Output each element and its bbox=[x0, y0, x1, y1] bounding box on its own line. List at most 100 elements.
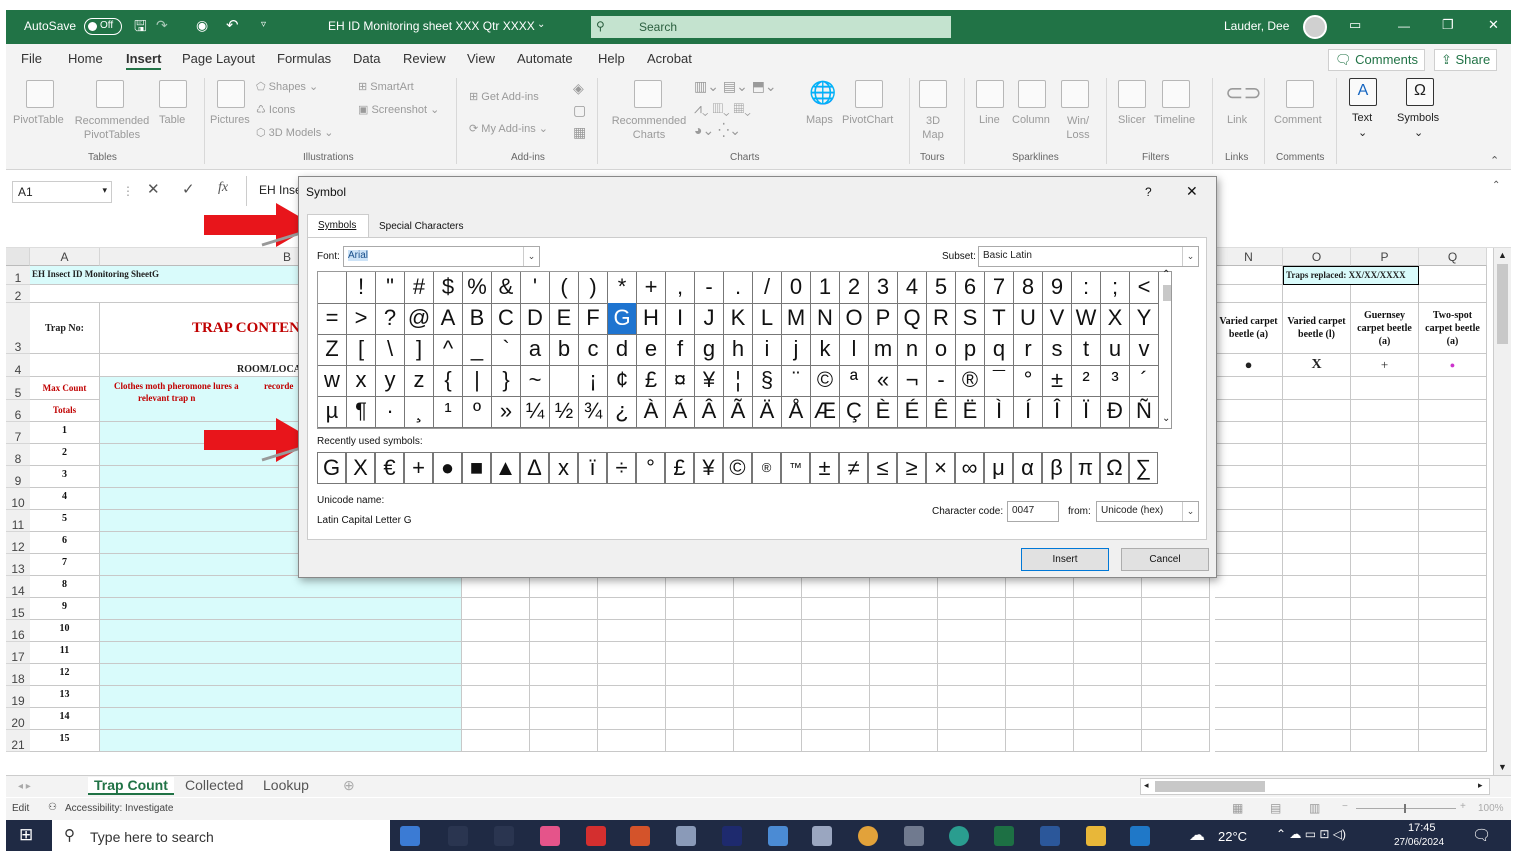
symbol-cell[interactable]: ¨ bbox=[782, 365, 811, 397]
vertical-scrollbar[interactable]: ▲ ▼ bbox=[1493, 248, 1511, 775]
cell[interactable] bbox=[1419, 598, 1487, 620]
cell[interactable] bbox=[1283, 686, 1351, 708]
cell[interactable] bbox=[598, 576, 666, 598]
text-label[interactable]: Text bbox=[1352, 112, 1372, 124]
omega-icon[interactable]: Ω bbox=[1406, 78, 1434, 106]
grid-scroll-thumb[interactable] bbox=[1163, 285, 1171, 301]
cell[interactable] bbox=[938, 730, 1006, 752]
symbol-cell[interactable]: È bbox=[869, 396, 898, 428]
cell-trap-number[interactable]: 11 bbox=[30, 642, 100, 664]
zoom-in-icon[interactable]: + bbox=[1460, 801, 1466, 812]
cell[interactable] bbox=[802, 598, 870, 620]
expand-formula-icon[interactable]: ⌃ bbox=[1492, 180, 1500, 191]
symbol-cell[interactable]: À bbox=[637, 396, 666, 428]
symbol-cell[interactable]: , bbox=[666, 272, 695, 304]
symbol-cell[interactable]: Í bbox=[1014, 396, 1043, 428]
cell[interactable] bbox=[870, 664, 938, 686]
symbol-cell[interactable]: I bbox=[666, 303, 695, 335]
symbol-cell[interactable]: 3 bbox=[869, 272, 898, 304]
cell[interactable] bbox=[1419, 266, 1487, 285]
user-name[interactable]: Lauder, Dee bbox=[1224, 19, 1289, 33]
cell[interactable] bbox=[870, 576, 938, 598]
cell-legend-symbol[interactable]: + bbox=[1351, 354, 1419, 377]
symbol-cell[interactable]: n bbox=[898, 334, 927, 366]
cell[interactable] bbox=[1419, 285, 1487, 303]
cell[interactable] bbox=[1074, 686, 1142, 708]
cell[interactable] bbox=[938, 576, 1006, 598]
cell[interactable] bbox=[462, 576, 530, 598]
cell[interactable] bbox=[1351, 642, 1419, 664]
cell[interactable] bbox=[1283, 642, 1351, 664]
cell[interactable] bbox=[1419, 708, 1487, 730]
cell[interactable] bbox=[1215, 400, 1283, 422]
cell-trap-number[interactable]: 14 bbox=[30, 708, 100, 730]
cell[interactable] bbox=[1215, 532, 1283, 554]
zoom-slider[interactable] bbox=[1356, 808, 1456, 809]
recent-symbols-grid[interactable]: G X € + ● ■ ▲ Δx ï ÷ ° £ ¥ © ® ™ ± ≠ ≤ ≥ × ∞ μ α β π Ω ∑ bbox=[317, 452, 1172, 486]
cell[interactable] bbox=[100, 620, 462, 642]
row-header[interactable]: 7 bbox=[6, 422, 30, 444]
sparkline-line-label[interactable]: Line bbox=[979, 114, 1000, 126]
cell[interactable] bbox=[1283, 422, 1351, 444]
symbol-cell[interactable]: B bbox=[463, 303, 492, 335]
cell[interactable] bbox=[598, 686, 666, 708]
symbol-cell[interactable]: Ä bbox=[753, 396, 782, 428]
hscroll-left-icon[interactable]: ◂ bbox=[1144, 780, 1149, 791]
cell[interactable] bbox=[1351, 444, 1419, 466]
name-box-dropdown-icon[interactable]: ▾ bbox=[102, 185, 107, 196]
recent-symbol-cell[interactable]: ï bbox=[578, 452, 607, 484]
cell[interactable] bbox=[802, 664, 870, 686]
symbol-cell[interactable]: ; bbox=[1101, 272, 1130, 304]
cell[interactable] bbox=[100, 642, 462, 664]
cell[interactable] bbox=[1074, 598, 1142, 620]
menu-acrobat[interactable]: Acrobat bbox=[647, 51, 692, 66]
menu-review[interactable]: Review bbox=[403, 51, 446, 66]
cell-beetle-header[interactable]: Guernsey carpet beetle (a) bbox=[1351, 303, 1419, 354]
symbol-cell[interactable]: U bbox=[1014, 303, 1043, 335]
symbol-cell[interactable]: ¾ bbox=[579, 396, 608, 428]
cell[interactable] bbox=[100, 576, 462, 598]
menu-formulas[interactable]: Formulas bbox=[277, 51, 331, 66]
cell[interactable] bbox=[1142, 664, 1210, 686]
cell[interactable] bbox=[666, 664, 734, 686]
symbol-cell[interactable]: µ bbox=[318, 396, 347, 428]
cell[interactable] bbox=[666, 708, 734, 730]
cell[interactable] bbox=[1419, 686, 1487, 708]
pivotchart-label[interactable]: PivotChart bbox=[842, 114, 893, 126]
symbol-cell[interactable]: x bbox=[347, 365, 376, 397]
symbol-cell[interactable]: w bbox=[318, 365, 347, 397]
photos-icon[interactable] bbox=[540, 826, 560, 846]
tab-symbols[interactable]: Symbols bbox=[307, 214, 369, 238]
symbol-cell[interactable]: ¬ bbox=[898, 365, 927, 397]
symbol-cell[interactable]: O bbox=[840, 303, 869, 335]
symbol-cell[interactable]: ¡ bbox=[579, 365, 608, 397]
cell[interactable] bbox=[938, 620, 1006, 642]
undo-icon[interactable]: ↶ bbox=[226, 16, 239, 34]
symbol-cell[interactable]: Z bbox=[318, 334, 347, 366]
cell[interactable] bbox=[100, 730, 462, 752]
symbol-cell[interactable]: Ð bbox=[1101, 396, 1130, 428]
sparkline-column-label[interactable]: Column bbox=[1012, 114, 1050, 126]
cell[interactable] bbox=[1419, 554, 1487, 576]
cell[interactable] bbox=[1351, 532, 1419, 554]
symbol-cell[interactable]: V bbox=[1043, 303, 1072, 335]
symbol-cell[interactable]: 2 bbox=[840, 272, 869, 304]
symbol-cell[interactable]: ´ bbox=[1130, 365, 1159, 397]
pie-chart-icon[interactable]: ◕⌄ ⁛⌄ bbox=[694, 122, 741, 139]
my-addins-button[interactable]: ⟳ My Add-ins ⌄ bbox=[469, 122, 548, 135]
close-icon[interactable]: ✕ bbox=[1488, 17, 1499, 33]
recent-symbol-cell[interactable]: X bbox=[346, 452, 375, 484]
comment-label[interactable]: Comment bbox=[1274, 114, 1322, 126]
symbol-cell[interactable]: ¥ bbox=[695, 365, 724, 397]
cell[interactable] bbox=[1074, 708, 1142, 730]
symbol-cell[interactable]: R bbox=[927, 303, 956, 335]
page-break-view-icon[interactable]: ▥ bbox=[1309, 801, 1320, 815]
cell-trap-number[interactable]: 1 bbox=[30, 422, 100, 444]
cell[interactable] bbox=[598, 642, 666, 664]
link-label[interactable]: Link bbox=[1227, 114, 1247, 126]
recent-symbol-cell[interactable]: ● bbox=[433, 452, 462, 484]
symbol-cell[interactable]: E bbox=[550, 303, 579, 335]
cell[interactable] bbox=[1419, 422, 1487, 444]
symbol-cell[interactable]: 6 bbox=[956, 272, 985, 304]
row-header[interactable]: 8 bbox=[6, 444, 30, 466]
